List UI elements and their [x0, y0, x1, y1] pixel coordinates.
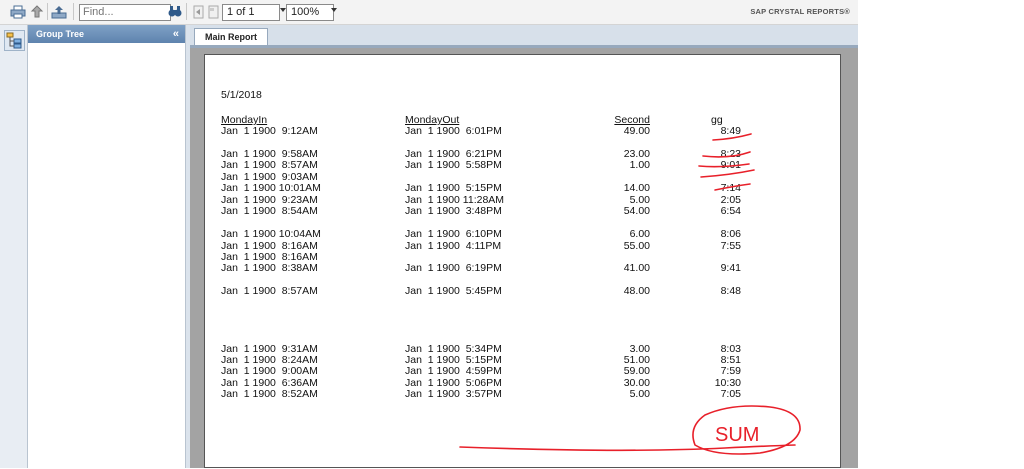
search-button[interactable] [166, 3, 184, 20]
table-cell-gg: 8:48 [720, 285, 741, 297]
table-cell-gg: 8:06 [720, 228, 741, 240]
table-cell-in: Jan 1 1900 8:52AM [221, 388, 318, 400]
table-cell-in: Jan 1 1900 10:04AM [221, 228, 321, 240]
group-tree-header: Group Tree « [28, 25, 185, 43]
panel-icon-strip [0, 25, 28, 468]
table-cell-out: Jan 1 1900 3:57PM [405, 388, 502, 400]
table-cell-out: Jan 1 1900 6:10PM [405, 228, 502, 240]
table-cell-gg: 7:05 [720, 388, 741, 400]
table-cell-out: Jan 1 1900 4:11PM [405, 240, 502, 252]
table-cell-in: Jan 1 1900 8:57AM [221, 159, 318, 171]
table-cell-second: 5.00 [629, 388, 650, 400]
prev-page-button[interactable] [204, 3, 222, 20]
table-cell-out: Jan 1 1900 6:01PM [405, 125, 502, 137]
table-cell-second: 48.00 [623, 285, 650, 297]
table-cell-second: 54.00 [623, 205, 650, 217]
table-cell-out: Jan 1 1900 5:58PM [405, 159, 502, 171]
table-cell-gg: 9:41 [720, 262, 741, 274]
table-cell-out: Jan 1 1900 5:45PM [405, 285, 502, 297]
table-cell-in: Jan 1 1900 8:54AM [221, 205, 318, 217]
report-viewport[interactable]: 5/1/2018 MondayIn MondayOut Second gg Ja… [190, 48, 858, 468]
export-icon [30, 4, 44, 17]
table-cell-gg: 7:55 [720, 240, 741, 252]
table-cell-second: 14.00 [623, 182, 650, 194]
table-cell-out: Jan 1 1900 6:19PM [405, 262, 502, 274]
binoculars-icon [168, 6, 182, 17]
report-page: 5/1/2018 MondayIn MondayOut Second gg Ja… [204, 54, 841, 468]
table-cell-gg: 6:54 [720, 205, 741, 217]
tab-main-report[interactable]: Main Report [194, 28, 269, 46]
group-tree-icon [6, 32, 22, 49]
prev-page-icon [208, 5, 218, 18]
upload-icon [51, 5, 67, 18]
table-cell-second: 1.00 [629, 159, 650, 171]
table-cell-second: 49.00 [623, 125, 650, 137]
table-cell-in: Jan 1 1900 8:38AM [221, 262, 318, 274]
table-cell-gg: 9:01 [720, 159, 741, 171]
table-cell-second: 55.00 [623, 240, 650, 252]
print-button[interactable] [9, 3, 27, 20]
table-cell-second: 59.00 [623, 365, 650, 377]
zoom-select[interactable]: 100% [286, 4, 334, 21]
table-cell-gg: 7:59 [720, 365, 741, 377]
find-input[interactable] [79, 4, 171, 21]
print-icon [10, 5, 26, 18]
group-tree-panel: Group Tree « [28, 25, 186, 468]
table-cell-gg: 8:49 [720, 125, 741, 137]
table-cell-second: 6.00 [629, 228, 650, 240]
table-cell-second: 41.00 [623, 262, 650, 274]
table-cell-in: Jan 1 1900 9:00AM [221, 365, 318, 377]
handwritten-sum: SUM [715, 424, 759, 446]
zoom-dropdown-arrow-icon[interactable] [331, 8, 337, 12]
table-cell-out: Jan 1 1900 4:59PM [405, 365, 502, 377]
blank-area [858, 0, 1024, 468]
collapse-panel-icon[interactable]: « [173, 25, 179, 43]
brand-label: SAP CRYSTAL REPORTS® [750, 7, 850, 16]
report-area: Main Report 5/1/2018 MondayIn MondayOut … [190, 25, 858, 468]
toolbar: 1 of 1 100% SAP CRYSTAL REPORTS® [0, 0, 858, 25]
first-page-icon [193, 5, 203, 18]
table-cell-in: Jan 1 1900 9:12AM [221, 125, 318, 137]
table-cell-gg: 7:14 [720, 182, 741, 194]
table-cell-in: Jan 1 1900 8:57AM [221, 285, 318, 297]
table-cell-out: Jan 1 1900 5:15PM [405, 182, 502, 194]
table-cell-out: Jan 1 1900 3:48PM [405, 205, 502, 217]
export-button[interactable] [28, 3, 46, 20]
page-number-field[interactable]: 1 of 1 [222, 4, 280, 21]
group-tree-title: Group Tree [36, 29, 85, 39]
upload-button[interactable] [50, 3, 68, 20]
report-date: 5/1/2018 [221, 89, 262, 101]
group-tree-toggle-button[interactable] [4, 30, 25, 51]
table-cell-in: Jan 1 1900 10:01AM [221, 182, 321, 194]
